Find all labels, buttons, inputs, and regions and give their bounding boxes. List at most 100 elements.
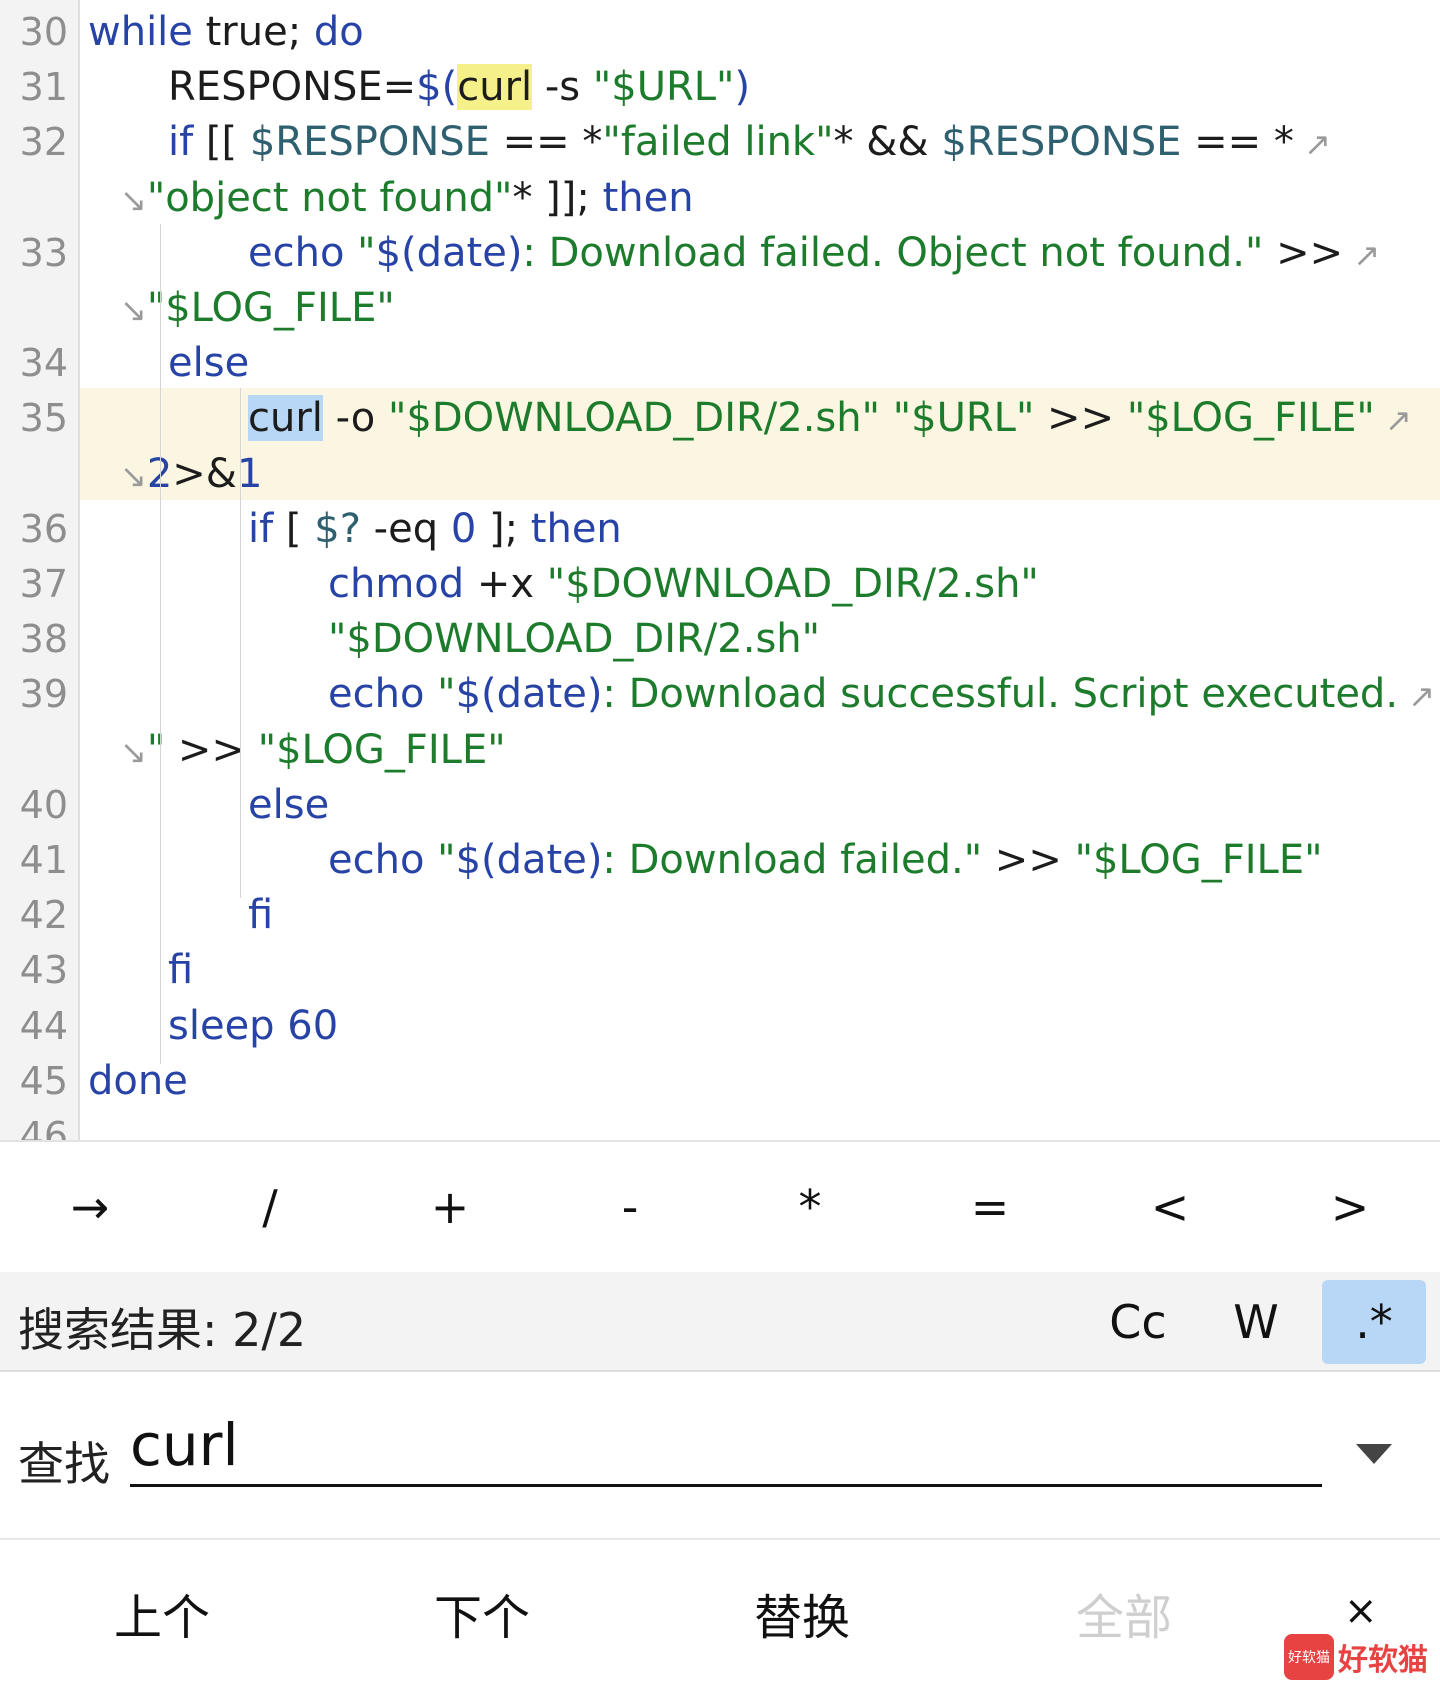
wrap-arrow-icon: ↗ bbox=[1293, 125, 1331, 164]
symbol-key-slash[interactable]: / bbox=[195, 1157, 345, 1257]
code-token: echo bbox=[328, 671, 425, 718]
code-token: "$DOWNLOAD_DIR/2.sh" bbox=[328, 616, 821, 663]
code-token: >> bbox=[982, 837, 1075, 883]
wrap-continue-icon: ↘ bbox=[120, 456, 147, 495]
search-result-bar: 搜索结果: 2/2 Cc W .* bbox=[0, 1272, 1440, 1372]
code-token: chmod bbox=[328, 561, 465, 607]
wrap-continue-icon: ↘ bbox=[120, 291, 147, 329]
code-token: else bbox=[248, 781, 330, 828]
code-line: else bbox=[168, 335, 249, 391]
watermark-badge: 好软猫 bbox=[1284, 1634, 1334, 1680]
replace-all-button[interactable]: 全部 bbox=[1076, 1578, 1172, 1648]
code-token: : Download successful. Script executed. bbox=[602, 671, 1399, 718]
symbol-key-asterisk[interactable]: * bbox=[735, 1157, 885, 1257]
code-token: $RESPONSE bbox=[249, 119, 490, 166]
whole-word-toggle[interactable]: W bbox=[1204, 1280, 1308, 1364]
code-token: $RESPONSE bbox=[941, 119, 1182, 166]
code-line: RESPONSE=$(curl -s "$URL") bbox=[168, 59, 750, 115]
code-token: sleep bbox=[168, 1002, 275, 1049]
symbol-key-minus[interactable]: - bbox=[555, 1157, 705, 1257]
code-token: echo bbox=[248, 229, 345, 276]
code-token: "$DOWNLOAD_DIR/2.sh" bbox=[546, 561, 1039, 607]
code-token: echo bbox=[328, 837, 425, 883]
line-number: 36 bbox=[19, 506, 68, 551]
chevron-down-icon[interactable] bbox=[1356, 1444, 1392, 1464]
symbol-key-less-than[interactable]: < bbox=[1095, 1157, 1245, 1257]
code-token: $(date) bbox=[455, 837, 603, 883]
wrap-arrow-icon: ↗ bbox=[1374, 401, 1412, 440]
code-line: curl -o "$DOWNLOAD_DIR/2.sh" "$URL" >> "… bbox=[248, 390, 1412, 446]
line-number: 40 bbox=[19, 782, 68, 827]
code-token: >& bbox=[172, 450, 237, 497]
code-token: == * bbox=[1181, 119, 1294, 166]
code-token: >> bbox=[165, 726, 258, 773]
code-line: fi bbox=[168, 942, 193, 998]
close-icon[interactable]: × bbox=[1344, 1588, 1378, 1634]
code-line: fi bbox=[248, 887, 273, 943]
watermark-logo: 好软猫 好软猫 bbox=[1284, 1630, 1436, 1684]
code-token: "$LOG_FILE" bbox=[1074, 837, 1323, 883]
code-token: 0 bbox=[450, 505, 477, 552]
code-line: ↘"$LOG_FILE" bbox=[120, 280, 395, 336]
code-line: sleep 60 bbox=[168, 998, 338, 1054]
code-token: == * bbox=[489, 119, 603, 166]
symbol-key-arrow[interactable]: → bbox=[15, 1157, 165, 1257]
symbol-key-plus[interactable]: + bbox=[375, 1157, 525, 1257]
code-token: "$URL" bbox=[892, 395, 1035, 442]
code-token: * && bbox=[833, 119, 942, 166]
code-line: ↘2>&1 bbox=[120, 446, 262, 502]
code-token: -o bbox=[322, 395, 388, 442]
symbol-key-equals[interactable]: = bbox=[915, 1157, 1065, 1257]
match-case-toggle[interactable]: Cc bbox=[1086, 1280, 1190, 1364]
code-token: "$URL" bbox=[592, 64, 735, 111]
code-token: " bbox=[357, 229, 376, 276]
find-label: 查找 bbox=[18, 1437, 110, 1491]
code-token: else bbox=[168, 340, 250, 387]
line-number: 41 bbox=[19, 838, 68, 882]
find-input[interactable] bbox=[130, 1406, 1322, 1487]
code-line: echo "$(date): Download successful. Scri… bbox=[328, 666, 1435, 722]
code-token: then bbox=[602, 174, 694, 221]
code-token: fi bbox=[168, 947, 194, 994]
code-token: ) bbox=[734, 64, 751, 111]
line-number: 37 bbox=[19, 562, 68, 606]
code-token: 60 bbox=[287, 1002, 339, 1049]
code-token: $(date) bbox=[375, 229, 523, 276]
code-token: ]; bbox=[476, 505, 531, 552]
code-token: if bbox=[248, 505, 274, 552]
symbol-bar: → / + - * = < > bbox=[0, 1140, 1440, 1274]
code-token: if bbox=[168, 119, 194, 166]
replace-button[interactable]: 替换 bbox=[754, 1578, 850, 1648]
line-number: 43 bbox=[19, 948, 68, 993]
code-token: " bbox=[146, 726, 166, 773]
code-token: "$LOG_FILE" bbox=[257, 726, 506, 773]
regex-toggle[interactable]: .* bbox=[1322, 1280, 1426, 1364]
line-number: 38 bbox=[19, 617, 68, 662]
code-token: $? bbox=[314, 505, 361, 552]
code-token: then bbox=[530, 505, 622, 552]
line-number: 42 bbox=[19, 893, 68, 938]
code-token: RESPONSE= bbox=[168, 64, 417, 111]
code-token: " bbox=[437, 671, 456, 718]
code-line: if [[ $RESPONSE == *"failed link"* && $R… bbox=[168, 114, 1331, 170]
code-token: : Download failed. Object not found." bbox=[522, 229, 1264, 276]
next-match-button[interactable]: 下个 bbox=[434, 1578, 530, 1648]
code-token: while bbox=[88, 9, 193, 55]
wrap-continue-icon: ↘ bbox=[120, 180, 147, 219]
line-number: 35 bbox=[19, 396, 68, 441]
symbol-key-greater-than[interactable]: > bbox=[1275, 1157, 1425, 1257]
code-token: -s bbox=[532, 64, 593, 111]
code-token: "$LOG_FILE" bbox=[146, 285, 395, 331]
line-number: 31 bbox=[19, 65, 68, 110]
previous-match-button[interactable]: 上个 bbox=[114, 1578, 210, 1648]
code-token: "failed link" bbox=[602, 119, 834, 166]
code-token: >> bbox=[1263, 229, 1344, 276]
code-editor[interactable]: 30 31 32 33 34 35 36 37 38 39 40 41 42 43 44 45 46 while… bbox=[0, 0, 1440, 1140]
code-token: >> bbox=[1034, 395, 1127, 442]
code-token: [ bbox=[273, 505, 315, 552]
code-token: -eq bbox=[360, 505, 451, 552]
code-token: * ]]; bbox=[512, 174, 603, 221]
